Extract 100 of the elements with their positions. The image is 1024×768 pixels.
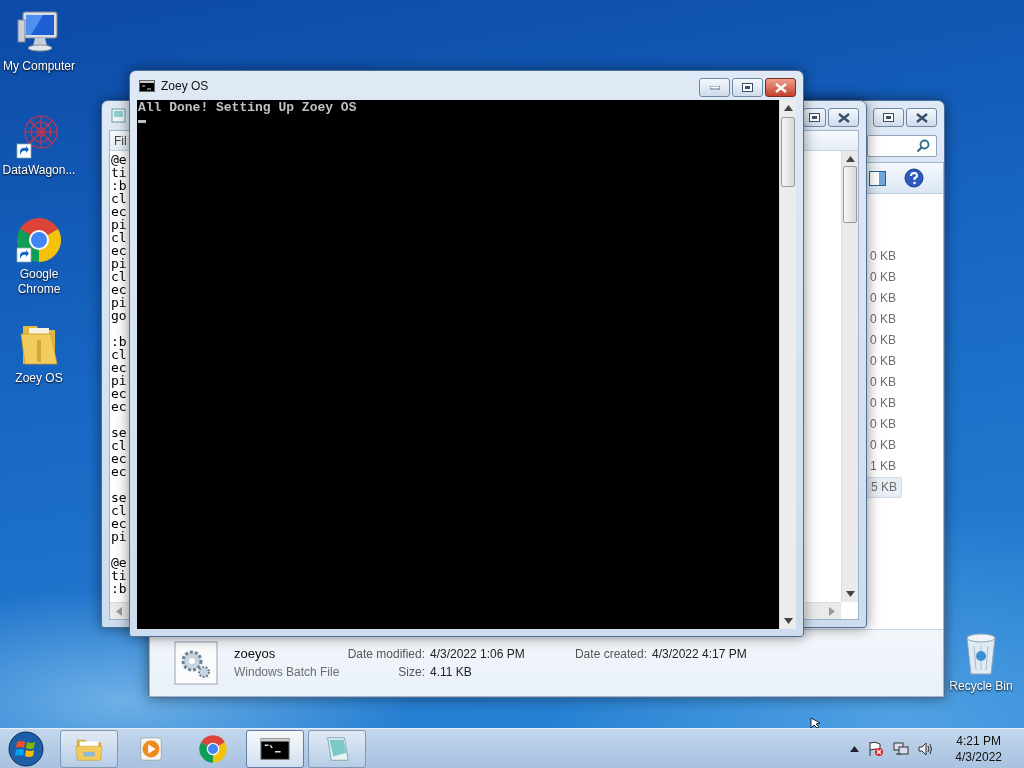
code-line: cl [111, 270, 128, 283]
restore-button[interactable] [803, 108, 826, 127]
scroll-up-icon[interactable] [783, 105, 793, 111]
scroll-left-icon[interactable] [116, 606, 122, 616]
chrome-icon [198, 733, 228, 764]
code-line: go [111, 309, 128, 322]
code-line: ec [111, 517, 128, 530]
code-line: pi [111, 374, 128, 387]
minimize-icon [709, 85, 720, 90]
notepad-icon [111, 108, 126, 123]
scroll-thumb[interactable] [781, 117, 795, 187]
speaker-icon[interactable] [918, 740, 935, 757]
size-cell-text: 0 KB [869, 416, 897, 433]
network-icon[interactable] [893, 740, 910, 757]
code-line: pi [111, 296, 128, 309]
close-button[interactable] [828, 108, 859, 127]
field-value: 4.11 KB [430, 664, 473, 680]
close-icon [837, 112, 850, 123]
field-value: 4/3/2022 4:17 PM [652, 646, 747, 662]
help-icon[interactable] [904, 168, 924, 188]
code-line: ec [111, 387, 128, 400]
icon-label: Zoey OS [15, 371, 63, 386]
clock-date: 4/3/2022 [955, 748, 1002, 765]
code-line: se [111, 491, 128, 504]
flag-icon[interactable] [868, 740, 885, 757]
code-line: cl [111, 231, 128, 244]
code-line: ec [111, 205, 128, 218]
search-field[interactable] [867, 135, 937, 157]
restore-button[interactable] [873, 108, 904, 127]
size-cell-text: 0 KB [869, 332, 897, 349]
restore-icon [742, 83, 753, 92]
search-icon [916, 139, 930, 153]
icon-label: DataWagon... [2, 163, 76, 178]
code-line: cl [111, 348, 128, 361]
code-line: ec [111, 465, 128, 478]
clock-time: 4:21 PM [956, 732, 1001, 749]
desktop-icon[interactable]: Google Chrome [0, 216, 78, 320]
taskbar-button[interactable] [246, 729, 304, 768]
icon-label: Google Chrome [16, 267, 62, 297]
restore-icon [883, 113, 894, 122]
scroll-thumb[interactable] [843, 166, 857, 223]
code-line: se [111, 426, 128, 439]
scroll-down-icon[interactable] [845, 591, 855, 597]
desktop-icon[interactable]: Zoey OS [0, 320, 78, 424]
gear-file-icon [174, 641, 218, 685]
mouse-pointer-icon [810, 718, 822, 728]
code-line: @e [111, 153, 128, 166]
menu-item[interactable]: Fil [114, 133, 127, 148]
code-line: cl [111, 192, 128, 205]
code-line: @e [111, 556, 128, 569]
code-line: ec [111, 361, 128, 374]
size-cell-text: 0 KB [869, 311, 897, 328]
terminal-line: All Done! Setting Up Zoey OS [138, 101, 358, 115]
field-value: 4/3/2022 1:06 PM [430, 646, 526, 662]
scrollbar[interactable] [841, 151, 858, 602]
scroll-down-icon[interactable] [783, 618, 793, 624]
desktop-icon[interactable]: DataWagon... [0, 112, 78, 216]
code-line: ec [111, 244, 128, 257]
scrollbar[interactable] [779, 100, 796, 629]
terminal-icon [139, 79, 155, 92]
window-title: Zoey OS [161, 78, 209, 93]
size-cell-text: 0 KB [869, 269, 897, 286]
field-label: Date modified: [346, 646, 425, 662]
field-label: Size: [397, 664, 425, 680]
code-line: pi [111, 530, 128, 543]
size-cell-text: 0 KB [869, 290, 897, 307]
code-line: ec [111, 283, 128, 296]
close-button[interactable] [906, 108, 937, 127]
restore-button[interactable] [732, 78, 763, 97]
close-icon [774, 82, 787, 93]
close-button[interactable] [765, 78, 796, 97]
close-icon [915, 112, 928, 123]
text-editor[interactable]: @e ti :b cl ec pi cl ec pi cl ec pi go :b cl ec pi ec ec se cl ec ec se cl ec pi @e ti :b [110, 151, 858, 619]
clock[interactable]: 4:21 PM 4/3/2022 [955, 732, 1002, 765]
icon-label: My Computer [3, 59, 75, 74]
icon-label: Recycle Bin [949, 679, 1013, 694]
code-line: ti [111, 569, 128, 582]
scrollbar[interactable] [110, 602, 129, 619]
field-label: Date created: [573, 646, 647, 662]
code-line: ti [111, 166, 128, 179]
size-cell-text: 1 KB [869, 458, 897, 475]
code-line: pi [111, 218, 128, 231]
restore-icon [809, 113, 820, 122]
file-name: zoeyos [234, 646, 277, 662]
start-button[interactable] [8, 730, 44, 767]
scrollbar[interactable] [805, 602, 841, 619]
size-cell-text: 0 KB [869, 395, 897, 412]
desktop-icon[interactable]: My Computer [0, 8, 78, 112]
caret-up-icon[interactable] [850, 745, 860, 752]
code-line: :b [111, 582, 128, 595]
code-line: :b [111, 179, 128, 192]
code-line: :b [111, 335, 128, 348]
code-line: pi [111, 257, 128, 270]
code-line: cl [111, 504, 128, 517]
file-type: Windows Batch File [234, 664, 340, 680]
size-cell-text: 0 KB [869, 248, 897, 265]
code-line: ec [111, 452, 128, 465]
size-cell-text: 0 KB [869, 353, 897, 370]
preview-pane-icon[interactable] [869, 170, 886, 186]
code-line: ec [111, 400, 128, 413]
